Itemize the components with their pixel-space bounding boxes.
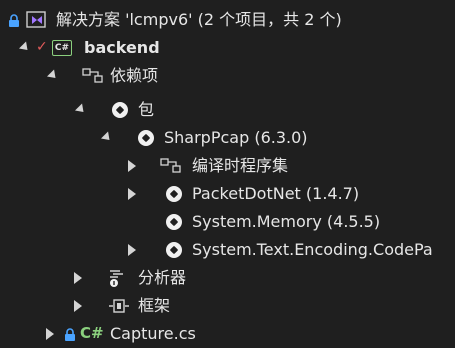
tree-row-packages[interactable]: 包: [0, 96, 455, 124]
tree-row-textencoding[interactable]: System.Text.Encoding.CodePa: [0, 236, 455, 264]
dependencies-label: 依赖项: [110, 66, 159, 85]
solution-icon: [26, 10, 48, 34]
tree-row-sysmemory[interactable]: System.Memory (4.5.5): [0, 208, 455, 236]
nuget-package-icon: [138, 130, 154, 146]
nuget-package-icon: [112, 102, 128, 118]
expand-chevron-icon[interactable]: [74, 103, 88, 116]
analyzer-icon: [108, 268, 128, 292]
collapse-chevron-icon[interactable]: [46, 328, 54, 340]
project-label: backend: [84, 38, 160, 57]
nuget-package-icon: [166, 242, 182, 258]
tree-row-analyzers[interactable]: 分析器: [0, 264, 455, 292]
dependencies-icon: [160, 158, 182, 178]
collapse-chevron-icon[interactable]: [74, 300, 82, 312]
csharp-project-icon: C#: [52, 40, 72, 56]
framework-icon: [108, 298, 130, 318]
checkmark-icon: ✓: [36, 39, 48, 55]
collapse-chevron-icon[interactable]: [128, 188, 136, 200]
tree-row-packetdotnet[interactable]: PacketDotNet (1.4.7): [0, 180, 455, 208]
packetdotnet-label: PacketDotNet (1.4.7): [192, 184, 360, 203]
tree-row-project[interactable]: ✓ C# backend: [0, 34, 455, 62]
tree-row-dependencies[interactable]: 依赖项: [0, 62, 455, 90]
frameworks-label: 框架: [138, 296, 171, 315]
tree-row-capture[interactable]: C# Capture.cs: [0, 320, 455, 348]
solution-label: 解决方案 'lcmpv6' (2 个项目，共 2 个): [56, 10, 342, 29]
tree-row-compiletime[interactable]: 编译时程序集: [0, 152, 455, 180]
csharp-file-icon: C#: [80, 324, 104, 342]
sharppcap-label: SharpPcap (6.3.0): [164, 128, 308, 147]
textencoding-label: System.Text.Encoding.CodePa: [192, 240, 433, 259]
collapse-chevron-icon[interactable]: [128, 244, 136, 256]
packages-label: 包: [138, 100, 155, 119]
dependencies-icon: [82, 68, 104, 88]
nuget-package-icon: [166, 214, 182, 230]
lock-icon: [64, 327, 76, 346]
capture-label: Capture.cs: [110, 324, 196, 343]
nuget-package-icon: [166, 186, 182, 202]
tree-row-solution[interactable]: 解决方案 'lcmpv6' (2 个项目，共 2 个): [0, 6, 455, 34]
expand-chevron-icon[interactable]: [46, 69, 60, 82]
expand-chevron-icon[interactable]: [18, 41, 32, 54]
tree-row-frameworks[interactable]: 框架: [0, 292, 455, 320]
compiletime-label: 编译时程序集: [192, 156, 289, 175]
collapse-chevron-icon[interactable]: [128, 160, 136, 172]
collapse-chevron-icon[interactable]: [74, 272, 82, 284]
lock-icon: [8, 13, 20, 32]
expand-chevron-icon[interactable]: [100, 131, 114, 144]
analyzers-label: 分析器: [138, 268, 187, 287]
sysmemory-label: System.Memory (4.5.5): [192, 212, 381, 231]
tree-row-sharppcap[interactable]: SharpPcap (6.3.0): [0, 124, 455, 152]
